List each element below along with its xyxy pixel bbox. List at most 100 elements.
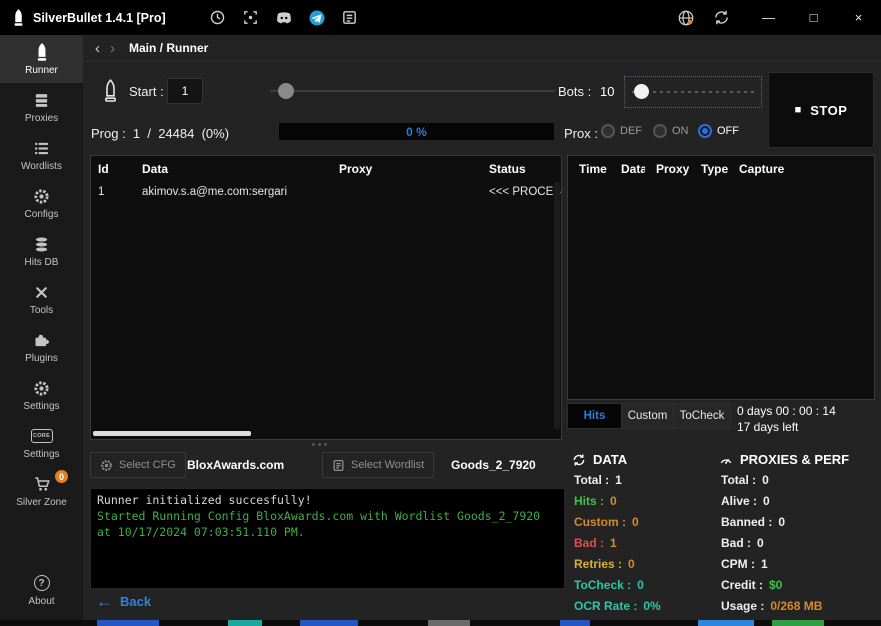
sidebar-item-silver-zone[interactable]: 0 Silver Zone [0, 467, 83, 515]
close-button[interactable]: × [836, 0, 881, 35]
tab-hits[interactable]: Hits [567, 403, 622, 429]
cell-id: 1 [91, 186, 135, 198]
gear-icon [33, 379, 50, 398]
log-line: Started Running Config BloxAwards.com wi… [97, 508, 558, 540]
stat-data-ocr-rate: OCR Rate :0% [574, 599, 661, 613]
hits-table: Time Data Proxy Type Capture [567, 155, 875, 400]
sidebar-item-runner[interactable]: Runner [0, 35, 83, 83]
stat-perf-cpm: CPM :1 [721, 557, 768, 571]
stat-data-total: Total :1 [574, 473, 622, 487]
threads-slider[interactable] [270, 82, 555, 100]
bullet-icon [35, 43, 49, 62]
sidebar-item-plugins[interactable]: Plugins [0, 323, 83, 371]
back-chevron-icon[interactable]: ‹ [90, 40, 105, 57]
stat-perf-bad: Bad :0 [721, 536, 764, 550]
sidebar-item-label: Plugins [25, 353, 58, 364]
taskbar-sliver [0, 620, 881, 626]
maximize-button[interactable]: □ [791, 0, 836, 35]
elapsed-time: 0 days 00 : 00 : 14 [737, 404, 836, 418]
back-arrow-icon: ← [96, 593, 113, 610]
data-panel-title: DATA [572, 452, 627, 467]
sidebar-item-tools[interactable]: Tools [0, 275, 83, 323]
sidebar-item-label: Settings [23, 401, 59, 412]
taskbar-fragment [560, 620, 590, 626]
forward-chevron-icon[interactable]: › [105, 40, 120, 57]
puzzle-icon [33, 331, 50, 350]
app-window: SilverBullet 1.4.1 [Pro] [0, 0, 881, 626]
breadcrumb: Main / Runner [129, 41, 208, 55]
select-cfg-label: Select CFG [119, 459, 176, 471]
globe-icon[interactable] [676, 8, 696, 28]
select-wordlist-label: Select Wordlist [351, 459, 424, 471]
radio-label: OFF [717, 125, 739, 137]
tab-tocheck[interactable]: ToCheck [674, 403, 731, 429]
sidebar-item-configs[interactable]: Configs [0, 179, 83, 227]
sync-icon[interactable] [711, 8, 731, 28]
sidebar-item-label: Runner [25, 65, 58, 76]
proxy-radio-off[interactable]: OFF [698, 124, 739, 138]
taskbar-fragment [698, 620, 754, 626]
config-gear-icon [100, 459, 113, 472]
column-header: Data [135, 162, 332, 176]
silver-zone-badge: 0 [55, 470, 68, 483]
sidebar-item-about[interactable]: ? About [0, 566, 83, 614]
slider-track [632, 91, 754, 93]
gear-icon [33, 187, 50, 206]
column-header: Proxy [332, 162, 482, 176]
sidebar-item-settings-core[interactable]: CORE Settings [0, 419, 83, 467]
select-wordlist-button[interactable]: Select Wordlist [322, 452, 434, 478]
stat-perf-credit: Credit :$0 [721, 578, 782, 592]
minimize-button[interactable]: — [746, 0, 791, 35]
stat-perf-usage: Usage :0/268 MB [721, 599, 822, 613]
table-header-row: Time Data Proxy Type Capture [568, 156, 874, 181]
sidebar-item-hits-db[interactable]: Hits DB [0, 227, 83, 275]
radio-label: ON [672, 125, 689, 137]
bots-label: Bots : [558, 84, 591, 99]
stat-data-bad: Bad :1 [574, 536, 617, 550]
proxy-radio-def[interactable]: DEF [601, 124, 642, 138]
database-icon [33, 235, 50, 254]
sidebar-item-label: Settings [23, 449, 59, 460]
app-title: SilverBullet 1.4.1 [Pro] [33, 11, 166, 25]
session-tabs: Hits Custom ToCheck [567, 403, 731, 429]
news-icon[interactable] [340, 8, 360, 28]
bots-value: 10 [600, 84, 614, 99]
runner-bullet-icon[interactable] [97, 74, 123, 108]
stat-data-retries: Retries :0 [574, 557, 635, 571]
horizontal-scrollbar[interactable] [93, 431, 251, 436]
runner-data-table: Id Data Proxy Status 1 akimov.s.a@me.com… [90, 155, 562, 440]
start-label: Start : [129, 84, 164, 99]
stop-button[interactable]: ■ STOP [768, 72, 874, 148]
history-icon[interactable] [208, 8, 228, 28]
sidebar: Runner Proxies Wordlists Configs Hits DB… [0, 35, 83, 620]
progress-bar: 0 % [278, 122, 555, 141]
slider-thumb[interactable] [634, 84, 649, 99]
select-cfg-button[interactable]: Select CFG [90, 452, 186, 478]
start-input[interactable] [167, 78, 203, 104]
sidebar-item-wordlists[interactable]: Wordlists [0, 131, 83, 179]
sidebar-item-settings[interactable]: Settings [0, 371, 83, 419]
refresh-icon [572, 453, 586, 467]
tab-custom[interactable]: Custom [622, 403, 674, 429]
discord-icon[interactable] [274, 8, 294, 28]
proxy-radio-on[interactable]: ON [653, 124, 689, 138]
telegram-icon[interactable] [307, 8, 327, 28]
sidebar-item-proxies[interactable]: Proxies [0, 83, 83, 131]
slider-thumb[interactable] [278, 83, 294, 99]
selected-wordlist-name: Goods_2_7920 [451, 458, 536, 472]
radio-dot-selected [698, 124, 712, 138]
taskbar-fragment [428, 620, 470, 626]
radio-dot [601, 124, 615, 138]
back-button[interactable]: ← Back [96, 593, 151, 610]
cell-data: akimov.s.a@me.com:sergari [135, 186, 332, 198]
radio-label: DEF [620, 125, 642, 137]
question-circle-icon: ? [34, 574, 50, 593]
selected-config-name: BloxAwards.com [187, 458, 284, 472]
vertical-scrollbar[interactable] [554, 182, 560, 429]
table-row[interactable]: 1 akimov.s.a@me.com:sergari <<< PROCESS [91, 181, 561, 202]
bots-slider[interactable] [624, 76, 762, 108]
stat-data-custom: Custom :0 [574, 515, 639, 529]
capture-icon[interactable] [241, 8, 261, 28]
splitter-handle[interactable] [312, 443, 327, 446]
proxy-mode-label: Prox : [564, 126, 598, 141]
